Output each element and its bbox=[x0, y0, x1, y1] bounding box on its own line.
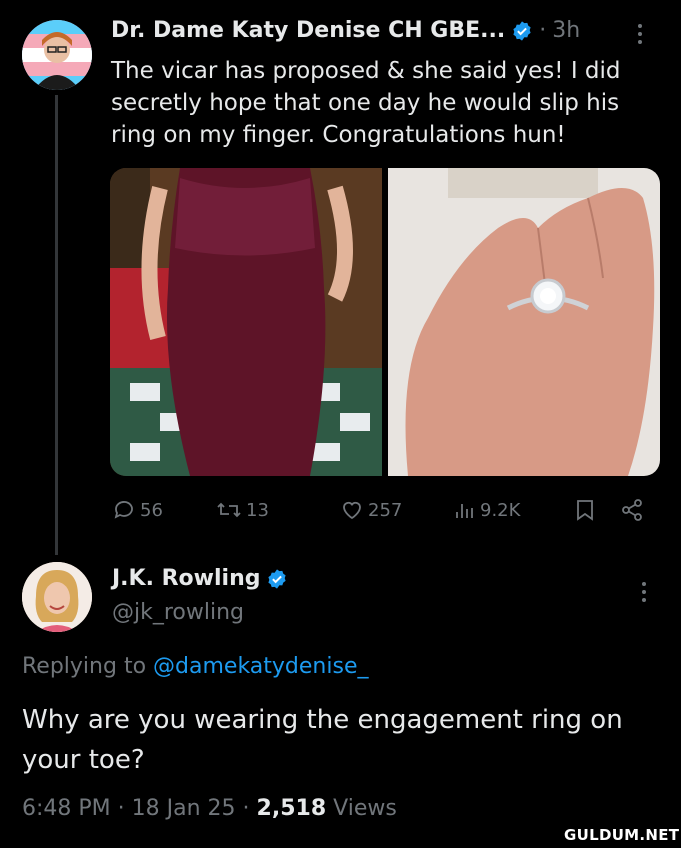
reply-count: 56 bbox=[140, 499, 163, 521]
repost-button[interactable]: 13 bbox=[216, 498, 340, 522]
dress-photo[interactable] bbox=[110, 168, 382, 476]
reply-text: Why are you wearing the engagement ring … bbox=[22, 705, 623, 775]
like-count: 257 bbox=[368, 499, 403, 521]
media-grid bbox=[110, 168, 660, 476]
bookmark-button[interactable] bbox=[574, 498, 620, 522]
repost-count: 13 bbox=[246, 499, 269, 521]
ring-photo[interactable] bbox=[388, 168, 660, 476]
tweet-text: The vicar has proposed & she said yes! I… bbox=[111, 58, 621, 148]
tweet-time[interactable]: 6:48 PM bbox=[22, 796, 111, 821]
analytics-icon bbox=[456, 504, 473, 518]
heart-icon bbox=[343, 501, 361, 520]
share-button[interactable] bbox=[620, 498, 644, 522]
view-count: 9.2K bbox=[480, 499, 521, 521]
more-options-icon[interactable] bbox=[638, 24, 642, 44]
separator-dot: · bbox=[539, 18, 547, 43]
separator-dot: · bbox=[117, 796, 125, 821]
verified-badge-icon bbox=[268, 568, 287, 589]
verified-badge-icon bbox=[513, 20, 531, 41]
tweet-metadata: 6:48 PM · 18 Jan 25 · 2,518 Views bbox=[22, 796, 397, 821]
separator-dot: · bbox=[242, 796, 250, 821]
share-icon bbox=[622, 499, 642, 521]
author-display-name[interactable]: J.K. Rowling bbox=[112, 566, 260, 591]
author-handle[interactable]: @jk_rowling bbox=[112, 600, 244, 625]
thread-connector-line bbox=[55, 95, 58, 555]
tweet-author-header: Dr. Dame Katy Denise CH GBE... · 3h bbox=[111, 18, 580, 43]
views-count: 2,518 bbox=[256, 796, 327, 821]
tweet-date[interactable]: 18 Jan 25 bbox=[132, 796, 236, 821]
replying-prefix: Replying to bbox=[22, 654, 147, 679]
reply-author-header: J.K. Rowling bbox=[112, 566, 288, 591]
replying-to-line: Replying to @damekatydenise_ bbox=[22, 654, 368, 679]
views-label: Views bbox=[333, 796, 397, 821]
bookmark-icon bbox=[577, 500, 593, 521]
more-options-icon[interactable] bbox=[642, 582, 646, 602]
avatar-image bbox=[22, 20, 92, 90]
replying-mention-link[interactable]: @damekatydenise_ bbox=[153, 654, 368, 679]
avatar[interactable] bbox=[22, 20, 92, 90]
author-display-name[interactable]: Dr. Dame Katy Denise CH GBE... bbox=[111, 18, 505, 43]
avatar[interactable] bbox=[22, 562, 92, 632]
reply-icon bbox=[114, 501, 133, 519]
repost-icon bbox=[217, 502, 241, 518]
tweet-actions-bar: 56 13 257 9.2K bbox=[112, 496, 652, 524]
avatar-image bbox=[22, 562, 92, 632]
like-button[interactable]: 257 bbox=[340, 498, 452, 522]
reply-button[interactable]: 56 bbox=[112, 498, 216, 522]
watermark-logo: GULDUM.NET bbox=[560, 826, 681, 844]
views-button[interactable]: 9.2K bbox=[452, 498, 574, 522]
tweet-timestamp[interactable]: 3h bbox=[552, 18, 580, 43]
